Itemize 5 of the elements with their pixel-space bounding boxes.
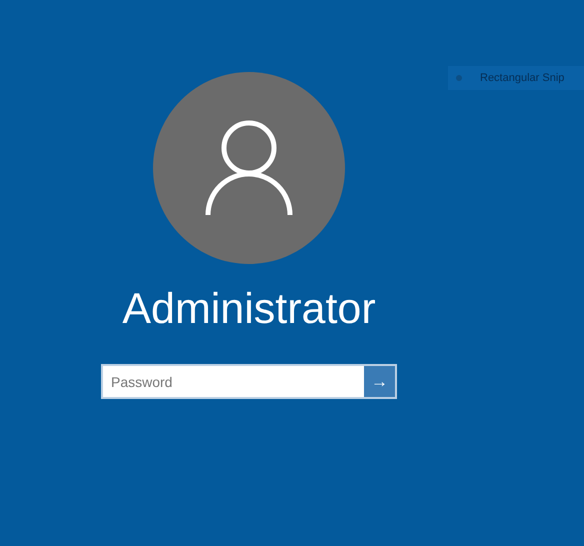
user-name: Administrator <box>122 284 376 334</box>
dot-icon <box>456 75 462 81</box>
person-icon <box>205 120 293 216</box>
submit-button[interactable]: → <box>364 366 395 397</box>
password-field[interactable]: Password → <box>101 364 397 399</box>
